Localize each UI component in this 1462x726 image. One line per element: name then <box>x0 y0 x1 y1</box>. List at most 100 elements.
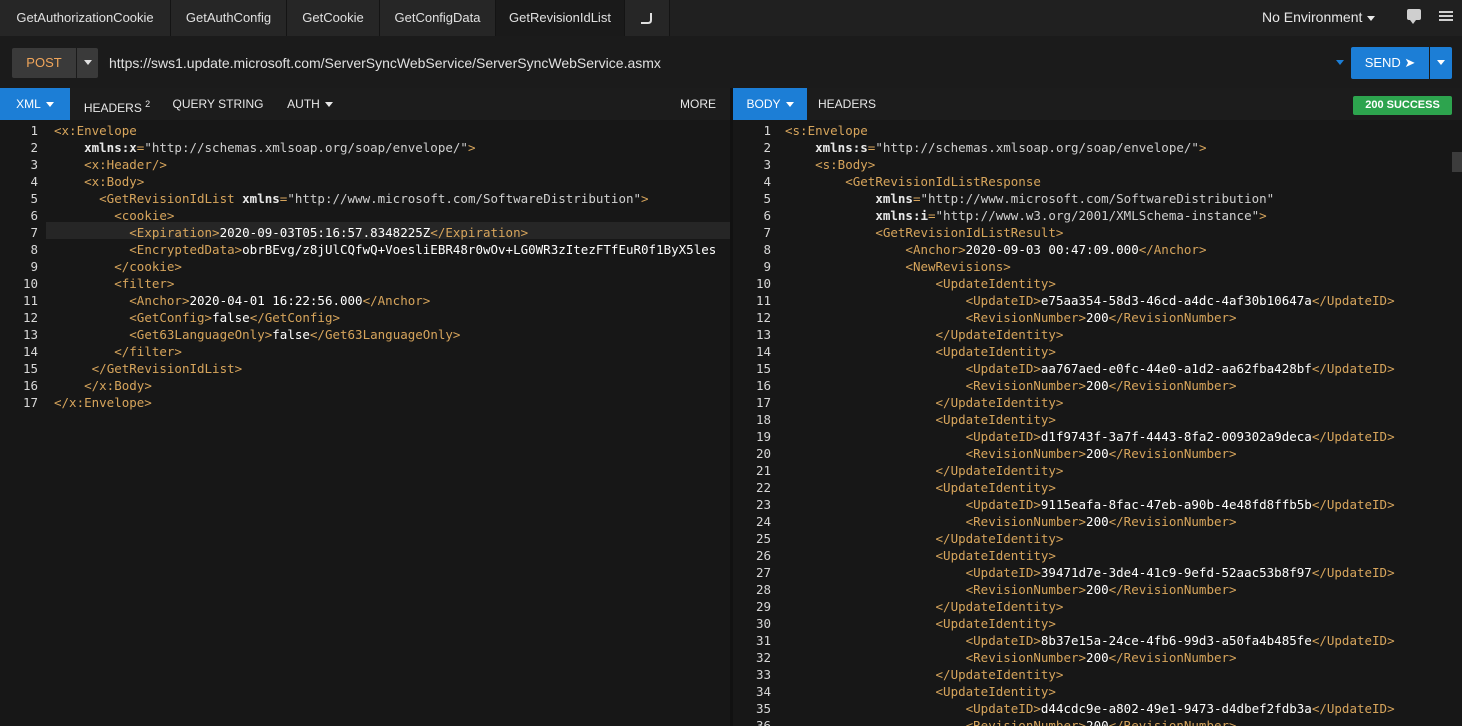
line-number: 19 <box>755 429 771 444</box>
method-select[interactable]: POST <box>12 48 76 78</box>
request-body-editor[interactable]: 1 2 3 4 5 6 7 8 9 10 11 12 13 14 15 16 17 <x:Envelope xm… <box>0 120 730 726</box>
code-token: </UpdateID> <box>1311 701 1395 716</box>
code-line: <RevisionNumber>200</RevisionNumber> <box>785 309 1237 326</box>
code-token: <UpdateIdentity> <box>935 344 1056 359</box>
tab-get-auth-config[interactable]: GetAuthConfig <box>171 0 287 36</box>
code-token: <RevisionNumber> <box>965 446 1087 461</box>
code-token: </x:Body> <box>84 378 152 393</box>
chevron-down-icon <box>45 102 54 108</box>
url-history-button[interactable] <box>1331 48 1344 78</box>
code-token: <UpdateID> <box>965 633 1041 648</box>
send-options-button[interactable] <box>1430 47 1452 79</box>
code-line: </UpdateIdentity> <box>785 598 1064 615</box>
url-input[interactable]: https://sws1.update.microsoft.com/Server… <box>109 48 661 78</box>
line-number: 9 <box>30 259 38 274</box>
chevron-down-icon <box>785 102 794 108</box>
code-token: <UpdateID> <box>965 497 1041 512</box>
menu-icon[interactable] <box>1439 11 1453 13</box>
code-token: </UpdateID> <box>1311 361 1395 376</box>
tab-headers[interactable]: HEADERS 2 <box>78 88 156 120</box>
code-token: <Anchor> <box>905 242 966 257</box>
request-code[interactable]: <x:Envelope xmlns:x="http://schemas.xmls… <box>54 120 730 726</box>
send-button[interactable]: SEND ➤ <box>1351 47 1429 79</box>
code-line: </UpdateIdentity> <box>785 530 1064 547</box>
chevron-down-icon <box>324 102 333 108</box>
response-body-viewer[interactable]: 1 2 3 4 5 6 7 8 9 10 11 12 13 14 15 16 17 18 19 20 21 22 23 24 2… <box>733 120 1462 726</box>
environment-select[interactable]: No Environment <box>1262 0 1376 34</box>
request-tabs-bar: GetAuthorizationCookie GetAuthConfig Get… <box>0 0 1462 36</box>
code-token: <RevisionNumber> <box>965 378 1087 393</box>
code-token: </UpdateID> <box>1311 633 1395 648</box>
code-token: <s:Envelope <box>785 123 868 138</box>
code-line: <UpdateIdentity> <box>785 411 1056 428</box>
chevron-down-icon <box>83 60 92 66</box>
new-tab-button[interactable] <box>625 0 670 36</box>
code-token: 200 <box>1086 650 1109 665</box>
vertical-scrollbar[interactable] <box>1452 152 1462 172</box>
tab-body[interactable]: BODY <box>733 88 807 120</box>
line-number: 5 <box>30 191 38 206</box>
code-token: </Get63LanguageOnly> <box>309 327 461 342</box>
response-code[interactable]: <s:Envelope xmlns:s="http://schemas.xmls… <box>785 120 1462 726</box>
tab-body-label: BODY <box>746 97 781 111</box>
code-token: <cookie> <box>114 208 175 223</box>
tab-get-revision-id-list[interactable]: GetRevisionIdList <box>496 0 625 36</box>
line-number: 22 <box>755 480 771 495</box>
tab-auth[interactable]: AUTH <box>280 88 340 120</box>
code-line: <x:Envelope <box>54 122 137 139</box>
tab-xml[interactable]: XML <box>0 88 70 120</box>
code-token: xmlns:i <box>875 208 928 223</box>
code-token: 39471d7e-3de4-41c9-9efd-52aac53b8f97 <box>1040 565 1312 580</box>
code-token: <x:Envelope <box>54 123 137 138</box>
line-number: 29 <box>755 599 771 614</box>
tab-more[interactable]: MORE <box>672 88 724 120</box>
code-token: </RevisionNumber> <box>1108 718 1237 726</box>
tab-get-config-data[interactable]: GetConfigData <box>380 0 496 36</box>
code-token: 200 <box>1086 446 1109 461</box>
code-token: <UpdateIdentity> <box>935 548 1056 563</box>
line-number: 7 <box>30 225 38 240</box>
code-token: <Expiration> <box>129 225 220 240</box>
line-number-gutter: 1 2 3 4 5 6 7 8 9 10 11 12 13 14 15 16 17 <box>0 120 46 726</box>
new-tab-icon <box>641 13 652 24</box>
tab-response-headers[interactable]: HEADERS <box>813 88 881 120</box>
line-number: 5 <box>763 191 771 206</box>
code-token: > <box>641 191 649 206</box>
tab-get-authorization-cookie[interactable]: GetAuthorizationCookie <box>0 0 171 36</box>
tab-query-string[interactable]: QUERY STRING <box>166 88 270 120</box>
code-token: > <box>1198 140 1207 155</box>
method-dropdown-button[interactable] <box>77 48 98 78</box>
line-number: 7 <box>763 225 771 240</box>
code-token: </UpdateID> <box>1311 293 1395 308</box>
chat-icon[interactable] <box>1407 9 1421 24</box>
code-token: "http://www.microsoft.com/SoftwareDistri… <box>287 191 642 206</box>
code-token: <UpdateID> <box>965 429 1041 444</box>
code-token: xmlns:s <box>815 140 868 155</box>
code-token: </UpdateIdentity> <box>935 667 1064 682</box>
code-token: <x:Header/> <box>84 157 167 172</box>
code-line: <UpdateID>e75aa354-58d3-46cd-a4dc-4af30b… <box>785 292 1395 309</box>
code-token: </UpdateID> <box>1311 565 1395 580</box>
tab-get-cookie[interactable]: GetCookie <box>287 0 380 36</box>
code-token: <UpdateID> <box>965 293 1041 308</box>
code-token: <RevisionNumber> <box>965 650 1087 665</box>
code-line: <UpdateIdentity> <box>785 275 1056 292</box>
